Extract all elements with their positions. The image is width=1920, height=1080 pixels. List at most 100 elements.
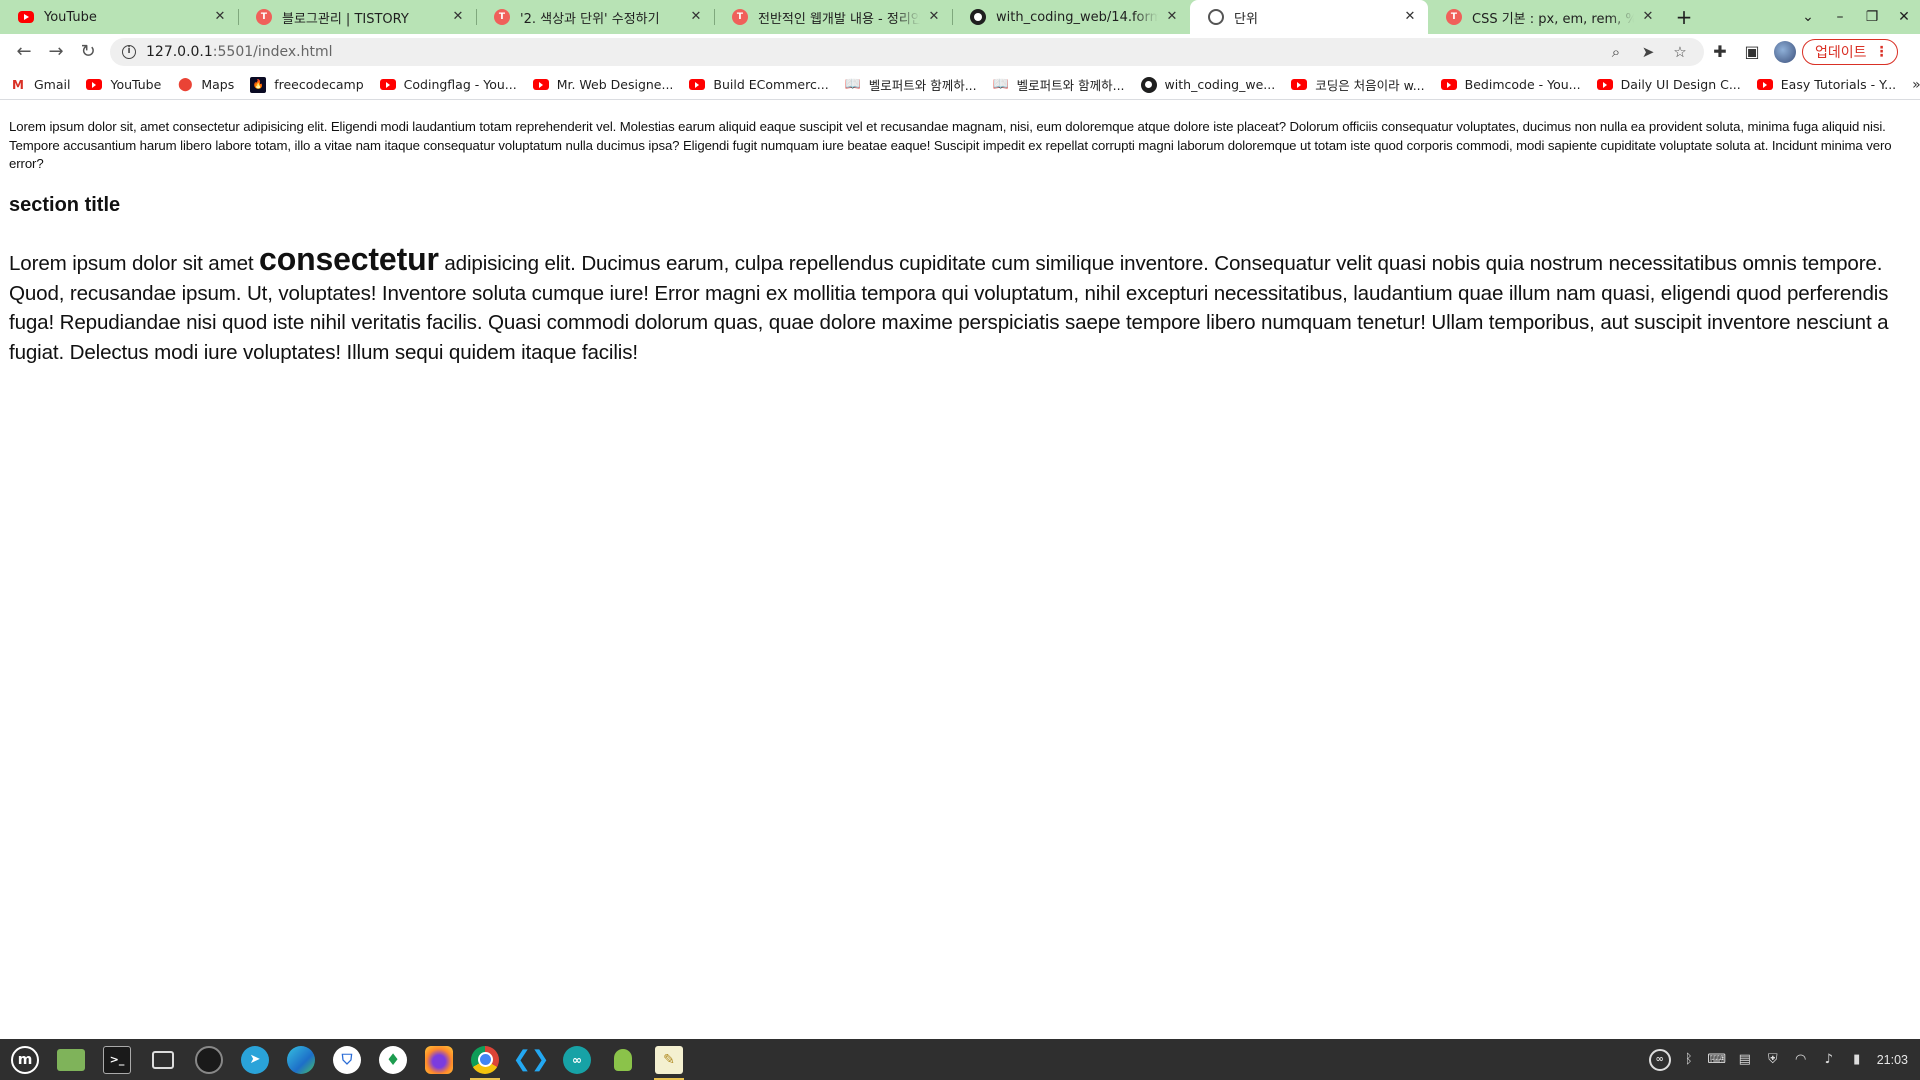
reload-icon[interactable]: ↻ <box>72 36 104 68</box>
terminal-button[interactable]: >_ <box>96 1039 138 1080</box>
text-editor-icon: ✎ <box>655 1045 683 1074</box>
window-close-icon[interactable]: ✕ <box>1888 0 1920 34</box>
tistory-icon: T <box>256 9 272 25</box>
bookmark-mr-web-designer[interactable]: Mr. Web Designe... <box>532 77 673 92</box>
vscode-button[interactable]: ❮❯ <box>510 1039 552 1080</box>
close-icon[interactable]: ✕ <box>450 9 466 25</box>
close-icon[interactable]: ✕ <box>1640 9 1656 25</box>
bookmark-bedimcode[interactable]: Bedimcode - You... <box>1440 77 1581 92</box>
tab-title: CSS 기본 : px, em, rem, %(perc <box>1472 11 1634 27</box>
system-tray: ∞ ᛒ ⌨ ▤ ⛨ ◠ ♪ ▮ 21:03 <box>1645 1039 1916 1080</box>
tab-tistory-webdev[interactable]: T 전반적인 웹개발 내용 - 정리안된 ✕ <box>714 0 952 34</box>
close-icon[interactable]: ✕ <box>212 9 228 25</box>
tab-css-basics[interactable]: T CSS 기본 : px, em, rem, %(perc ✕ <box>1428 0 1666 34</box>
bluetooth-icon[interactable]: ᛒ <box>1675 1039 1703 1080</box>
new-tab-button[interactable]: + <box>1670 3 1698 31</box>
bookmark-youtube[interactable]: YouTube <box>86 77 161 92</box>
bookmark-velopert-1[interactable]: 📖 벨로퍼트와 함께하... <box>845 75 977 94</box>
tistory-icon: T <box>1446 9 1462 25</box>
bookmark-label: Maps <box>201 77 235 92</box>
obs-button[interactable] <box>188 1039 230 1080</box>
url-text[interactable]: 127.0.0.1:5501/index.html <box>146 44 1600 60</box>
telegram-button[interactable]: ➤ <box>234 1039 276 1080</box>
tab-tistory-edit[interactable]: T '2. 색상과 단위' 수정하기 ✕ <box>476 0 714 34</box>
tab-github[interactable]: with_coding_web/14.form.htm ✕ <box>952 0 1190 34</box>
side-panel-icon[interactable]: ▣ <box>1736 36 1768 68</box>
bookmark-github[interactable]: with_coding_we... <box>1140 76 1276 93</box>
globe-icon <box>1208 9 1224 25</box>
bookmark-easy-tutorials[interactable]: Easy Tutorials - Y... <box>1756 77 1897 92</box>
bookmark-velopert-2[interactable]: 📖 벨로퍼트와 함께하... <box>993 75 1125 94</box>
tab-active-unit[interactable]: 단위 ✕ <box>1190 0 1428 34</box>
bookmark-label: Gmail <box>34 77 71 92</box>
profile-avatar[interactable] <box>1774 41 1796 63</box>
address-bar[interactable]: i 127.0.0.1:5501/index.html ⌕ ➤ ☆ <box>110 38 1704 66</box>
site-info-icon[interactable]: i <box>122 45 136 59</box>
tab-tistory-admin[interactable]: T 블로그관리 | TISTORY ✕ <box>238 0 476 34</box>
tab-search-icon[interactable]: ⌄ <box>1792 0 1824 34</box>
show-desktop-icon <box>57 1048 85 1071</box>
bookmark-label: Bedimcode - You... <box>1464 77 1581 92</box>
terminal-icon: >_ <box>103 1045 131 1074</box>
mongodb-compass-button[interactable]: ♦ <box>372 1039 414 1080</box>
paragraph-large: Lorem ipsum dolor sit amet consectetur a… <box>9 243 1911 367</box>
tab-title: with_coding_web/14.form.htm <box>996 9 1158 25</box>
url-host: 127.0.0.1 <box>146 44 213 60</box>
android-studio-icon <box>609 1046 637 1074</box>
files-icon <box>152 1050 174 1069</box>
bookmark-gmail[interactable]: M Gmail <box>10 77 70 93</box>
sound-icon[interactable]: ♪ <box>1815 1039 1843 1080</box>
show-desktop-button[interactable] <box>50 1039 92 1080</box>
minimize-icon[interactable]: – <box>1824 0 1856 34</box>
close-icon[interactable]: ✕ <box>1402 9 1418 25</box>
android-studio-button[interactable] <box>602 1039 644 1080</box>
extensions-puzzle-icon[interactable]: ✚ <box>1704 36 1736 68</box>
youtube-icon <box>18 11 34 23</box>
firefox-button[interactable] <box>418 1039 460 1080</box>
bookmark-freecodecamp[interactable]: 🔥 freecodecamp <box>250 76 364 93</box>
battery-icon[interactable]: ▮ <box>1843 1039 1871 1080</box>
bitwarden-button[interactable]: ⛉ <box>326 1039 368 1080</box>
close-icon[interactable]: ✕ <box>926 9 942 25</box>
bookmark-coding-first[interactable]: 코딩은 처음이라 w... <box>1291 75 1425 94</box>
mint-menu-button[interactable]: m <box>4 1039 46 1080</box>
bookmark-label: YouTube <box>110 77 162 92</box>
send-icon[interactable]: ➤ <box>1632 43 1664 61</box>
clipboard-icon[interactable]: ▤ <box>1731 1039 1759 1080</box>
forward-arrow-icon[interactable]: → <box>40 36 72 68</box>
bookmark-label: Easy Tutorials - Y... <box>1780 77 1897 92</box>
arduino-button[interactable]: ∞ <box>556 1039 598 1080</box>
close-icon[interactable]: ✕ <box>688 9 704 25</box>
close-icon[interactable]: ✕ <box>1164 9 1180 25</box>
zoom-icon[interactable]: ⌕ <box>1600 43 1632 61</box>
wifi-icon[interactable]: ◠ <box>1787 1039 1815 1080</box>
restore-icon[interactable]: ❐ <box>1856 0 1888 34</box>
creative-cloud-icon[interactable]: ∞ <box>1645 1039 1675 1080</box>
files-button[interactable] <box>142 1039 184 1080</box>
shield-icon[interactable]: ⛨ <box>1759 1039 1787 1080</box>
chevron-right-icon[interactable]: » <box>1912 77 1920 93</box>
bookmark-daily-ui[interactable]: Daily UI Design C... <box>1596 77 1741 92</box>
bookmark-maps[interactable]: ⬤ Maps <box>177 77 234 93</box>
tab-youtube[interactable]: YouTube ✕ <box>0 0 238 34</box>
tab-title: YouTube <box>44 9 97 25</box>
clock[interactable]: 21:03 <box>1877 1053 1908 1067</box>
obs-icon <box>195 1045 223 1074</box>
paragraph-small: Lorem ipsum dolor sit, amet consectetur … <box>9 119 1892 172</box>
keyboard-icon[interactable]: ⌨ <box>1703 1039 1731 1080</box>
book-icon: 📖 <box>844 77 861 92</box>
emphasis-word: consectetur <box>259 241 439 278</box>
bitwarden-icon: ⛉ <box>333 1045 361 1074</box>
update-button[interactable]: 업데이트 ⋮ <box>1802 39 1898 65</box>
edge-button[interactable] <box>280 1039 322 1080</box>
bookmarks-bar: M Gmail YouTube ⬤ Maps 🔥 freecodecamp Codin… <box>0 70 1920 100</box>
back-arrow-icon[interactable]: ← <box>8 36 40 68</box>
bookmark-star-icon[interactable]: ☆ <box>1664 43 1696 61</box>
bookmark-codingflag[interactable]: Codingflag - You... <box>379 77 517 92</box>
bookmark-build-ecommerce[interactable]: Build ECommerc... <box>689 77 829 92</box>
chrome-button[interactable] <box>464 1039 506 1080</box>
bookmark-label: with_coding_we... <box>1164 77 1276 92</box>
text-editor-button[interactable]: ✎ <box>648 1039 690 1080</box>
github-icon <box>970 9 986 25</box>
page-content: Lorem ipsum dolor sit, amet consectetur … <box>0 101 1920 1039</box>
